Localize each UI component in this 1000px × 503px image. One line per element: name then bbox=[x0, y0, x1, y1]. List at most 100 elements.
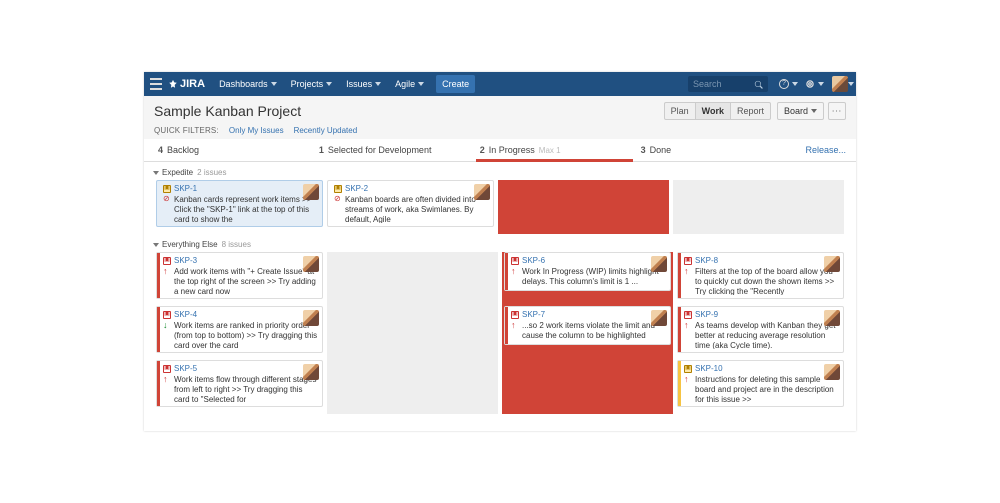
priority-icon: ⊘ bbox=[163, 195, 171, 203]
chevron-down-icon bbox=[818, 82, 824, 86]
column-cell[interactable]: ▣ SKP-7 ↑ ...so 2 work items violate the… bbox=[502, 306, 673, 360]
wip-over-zone[interactable] bbox=[502, 360, 673, 414]
kanban-card[interactable]: ▣ SKP-1 ⊘ Kanban cards represent work it… bbox=[156, 180, 323, 227]
release-link[interactable]: Release... bbox=[798, 139, 847, 161]
chevron-down-icon bbox=[153, 243, 159, 247]
column-cell[interactable]: ▣ SKP-3 ↑ Add work items with "+ Create … bbox=[154, 252, 325, 306]
kanban-card[interactable]: ▣ SKP-9 ↑ As teams develop with Kanban t… bbox=[677, 306, 844, 353]
kanban-card[interactable]: ▣ SKP-8 ↑ Filters at the top of the boar… bbox=[677, 252, 844, 299]
card-summary: Work items flow through different stages… bbox=[174, 375, 318, 403]
priority-icon: ↑ bbox=[684, 321, 692, 330]
card-summary: Add work items with "+ Create Issue" at … bbox=[174, 267, 318, 295]
search-input[interactable]: Search bbox=[688, 76, 768, 92]
assignee-avatar bbox=[824, 256, 840, 272]
kanban-card[interactable]: ▣ SKP-7 ↑ ...so 2 work items violate the… bbox=[504, 306, 671, 345]
swimlane-row: ▣ SKP-5 ↑ Work items flow through differ… bbox=[154, 360, 846, 414]
swimlane-header[interactable]: Everything Else 8 issues bbox=[154, 234, 846, 252]
swimlane-header[interactable]: Expedite 2 issues bbox=[154, 162, 846, 180]
kanban-card[interactable]: ▣ SKP-6 ↑ Work In Progress (WIP) limits … bbox=[504, 252, 671, 291]
column-in-progress: 2In ProgressMax 1 bbox=[476, 139, 637, 161]
hamburger-icon[interactable] bbox=[150, 78, 162, 90]
card-summary: Instructions for deleting this sample bo… bbox=[695, 375, 839, 403]
swimlane-row: ▣ SKP-4 ↓ Work items are ranked in prior… bbox=[154, 306, 846, 360]
nav-dashboards[interactable]: Dashboards bbox=[213, 75, 283, 93]
board-tools-button[interactable]: ⋯ bbox=[828, 102, 846, 120]
priority-icon: ⊘ bbox=[334, 195, 342, 203]
issue-key[interactable]: SKP-6 bbox=[522, 256, 545, 266]
drop-zone[interactable] bbox=[327, 360, 498, 414]
issue-key[interactable]: SKP-8 bbox=[695, 256, 718, 266]
column-done: 3Done bbox=[637, 139, 798, 161]
column-cell[interactable]: ▣ SKP-4 ↓ Work items are ranked in prior… bbox=[154, 306, 325, 360]
issue-type-icon: ▣ bbox=[511, 257, 519, 265]
kanban-card[interactable]: ▣ SKP-2 ⊘ Kanban boards are often divide… bbox=[327, 180, 494, 227]
kanban-card[interactable]: ▣ SKP-3 ↑ Add work items with "+ Create … bbox=[156, 252, 323, 299]
column-cell[interactable]: ▣ SKP-10 ↑ Instructions for deleting thi… bbox=[675, 360, 846, 414]
issue-type-icon: ▣ bbox=[163, 311, 171, 319]
issue-key[interactable]: SKP-3 bbox=[174, 256, 197, 266]
drop-zone[interactable] bbox=[327, 306, 498, 360]
kanban-card[interactable]: ▣ SKP-5 ↑ Work items flow through differ… bbox=[156, 360, 323, 407]
settings-button[interactable] bbox=[802, 76, 818, 92]
swimlane-count: 2 issues bbox=[197, 168, 226, 177]
priority-icon: ↑ bbox=[163, 267, 171, 276]
issue-key[interactable]: SKP-9 bbox=[695, 310, 718, 320]
search-placeholder: Search bbox=[693, 79, 754, 89]
card-summary: Kanban cards represent work items >> Cli… bbox=[174, 195, 318, 223]
drop-zone[interactable] bbox=[327, 252, 498, 306]
column-cell[interactable]: ▣ SKP-9 ↑ As teams develop with Kanban t… bbox=[675, 306, 846, 360]
column-selected: 1Selected for Development bbox=[315, 139, 476, 161]
priority-icon: ↑ bbox=[684, 375, 692, 384]
page-title: Sample Kanban Project bbox=[154, 103, 664, 119]
nav-menu: Dashboards Projects Issues Agile Create bbox=[213, 75, 475, 93]
view-work[interactable]: Work bbox=[696, 102, 731, 120]
column-cell[interactable]: ▣ SKP-5 ↑ Work items flow through differ… bbox=[154, 360, 325, 414]
board-dropdown[interactable]: Board bbox=[777, 102, 824, 120]
swimlane-row: ▣ SKP-1 ⊘ Kanban cards represent work it… bbox=[154, 180, 846, 234]
chevron-down-icon bbox=[153, 171, 159, 175]
assignee-avatar bbox=[303, 184, 319, 200]
nav-agile[interactable]: Agile bbox=[389, 75, 430, 93]
assignee-avatar bbox=[474, 184, 490, 200]
create-button[interactable]: Create bbox=[436, 75, 475, 93]
logo-text: JIRA bbox=[180, 78, 205, 90]
swimlane-row: ▣ SKP-3 ↑ Add work items with "+ Create … bbox=[154, 252, 846, 306]
help-button[interactable]: ? bbox=[776, 76, 792, 92]
column-cell[interactable]: ▣ SKP-6 ↑ Work In Progress (WIP) limits … bbox=[502, 252, 673, 306]
card-summary: Work In Progress (WIP) limits highlight … bbox=[522, 267, 666, 287]
issue-key[interactable]: SKP-5 bbox=[174, 364, 197, 374]
view-report[interactable]: Report bbox=[731, 102, 771, 120]
quick-filter-recently-updated[interactable]: Recently Updated bbox=[294, 126, 358, 135]
issue-key[interactable]: SKP-7 bbox=[522, 310, 545, 320]
column-backlog: 4Backlog bbox=[154, 139, 315, 161]
top-navbar: JIRA Dashboards Projects Issues Agile Cr… bbox=[144, 72, 856, 96]
user-menu[interactable] bbox=[832, 76, 848, 92]
issue-key[interactable]: SKP-2 bbox=[345, 184, 368, 194]
kanban-card[interactable]: ▣ SKP-4 ↓ Work items are ranked in prior… bbox=[156, 306, 323, 353]
gear-icon bbox=[805, 79, 815, 89]
column-cell[interactable]: ▣ SKP-1 ⊘ Kanban cards represent work it… bbox=[154, 180, 325, 234]
view-plan[interactable]: Plan bbox=[664, 102, 696, 120]
column-cell[interactable]: ▣ SKP-8 ↑ Filters at the top of the boar… bbox=[675, 252, 846, 306]
issue-type-icon: ▣ bbox=[163, 365, 171, 373]
jira-logo[interactable]: JIRA bbox=[168, 78, 205, 90]
priority-icon: ↑ bbox=[684, 267, 692, 276]
board-body: Expedite 2 issues ▣ SKP-1 ⊘ Kanban cards… bbox=[144, 162, 856, 414]
issue-type-icon: ▣ bbox=[684, 257, 692, 265]
card-summary: ...so 2 work items violate the limit and… bbox=[522, 321, 666, 341]
issue-key[interactable]: SKP-1 bbox=[174, 184, 197, 194]
chevron-down-icon bbox=[271, 82, 277, 86]
issue-key[interactable]: SKP-10 bbox=[695, 364, 723, 374]
quick-filter-only-my-issues[interactable]: Only My Issues bbox=[229, 126, 284, 135]
nav-issues[interactable]: Issues bbox=[340, 75, 387, 93]
nav-projects[interactable]: Projects bbox=[285, 75, 339, 93]
drop-zone[interactable] bbox=[673, 180, 844, 234]
assignee-avatar bbox=[824, 310, 840, 326]
avatar-icon bbox=[832, 76, 848, 92]
column-cell[interactable]: ▣ SKP-2 ⊘ Kanban boards are often divide… bbox=[325, 180, 496, 234]
card-summary: Kanban boards are often divided into str… bbox=[345, 195, 489, 223]
wip-over-zone[interactable] bbox=[498, 180, 669, 234]
ellipsis-icon: ⋯ bbox=[832, 106, 843, 117]
issue-key[interactable]: SKP-4 bbox=[174, 310, 197, 320]
kanban-card[interactable]: ▣ SKP-10 ↑ Instructions for deleting thi… bbox=[677, 360, 844, 407]
